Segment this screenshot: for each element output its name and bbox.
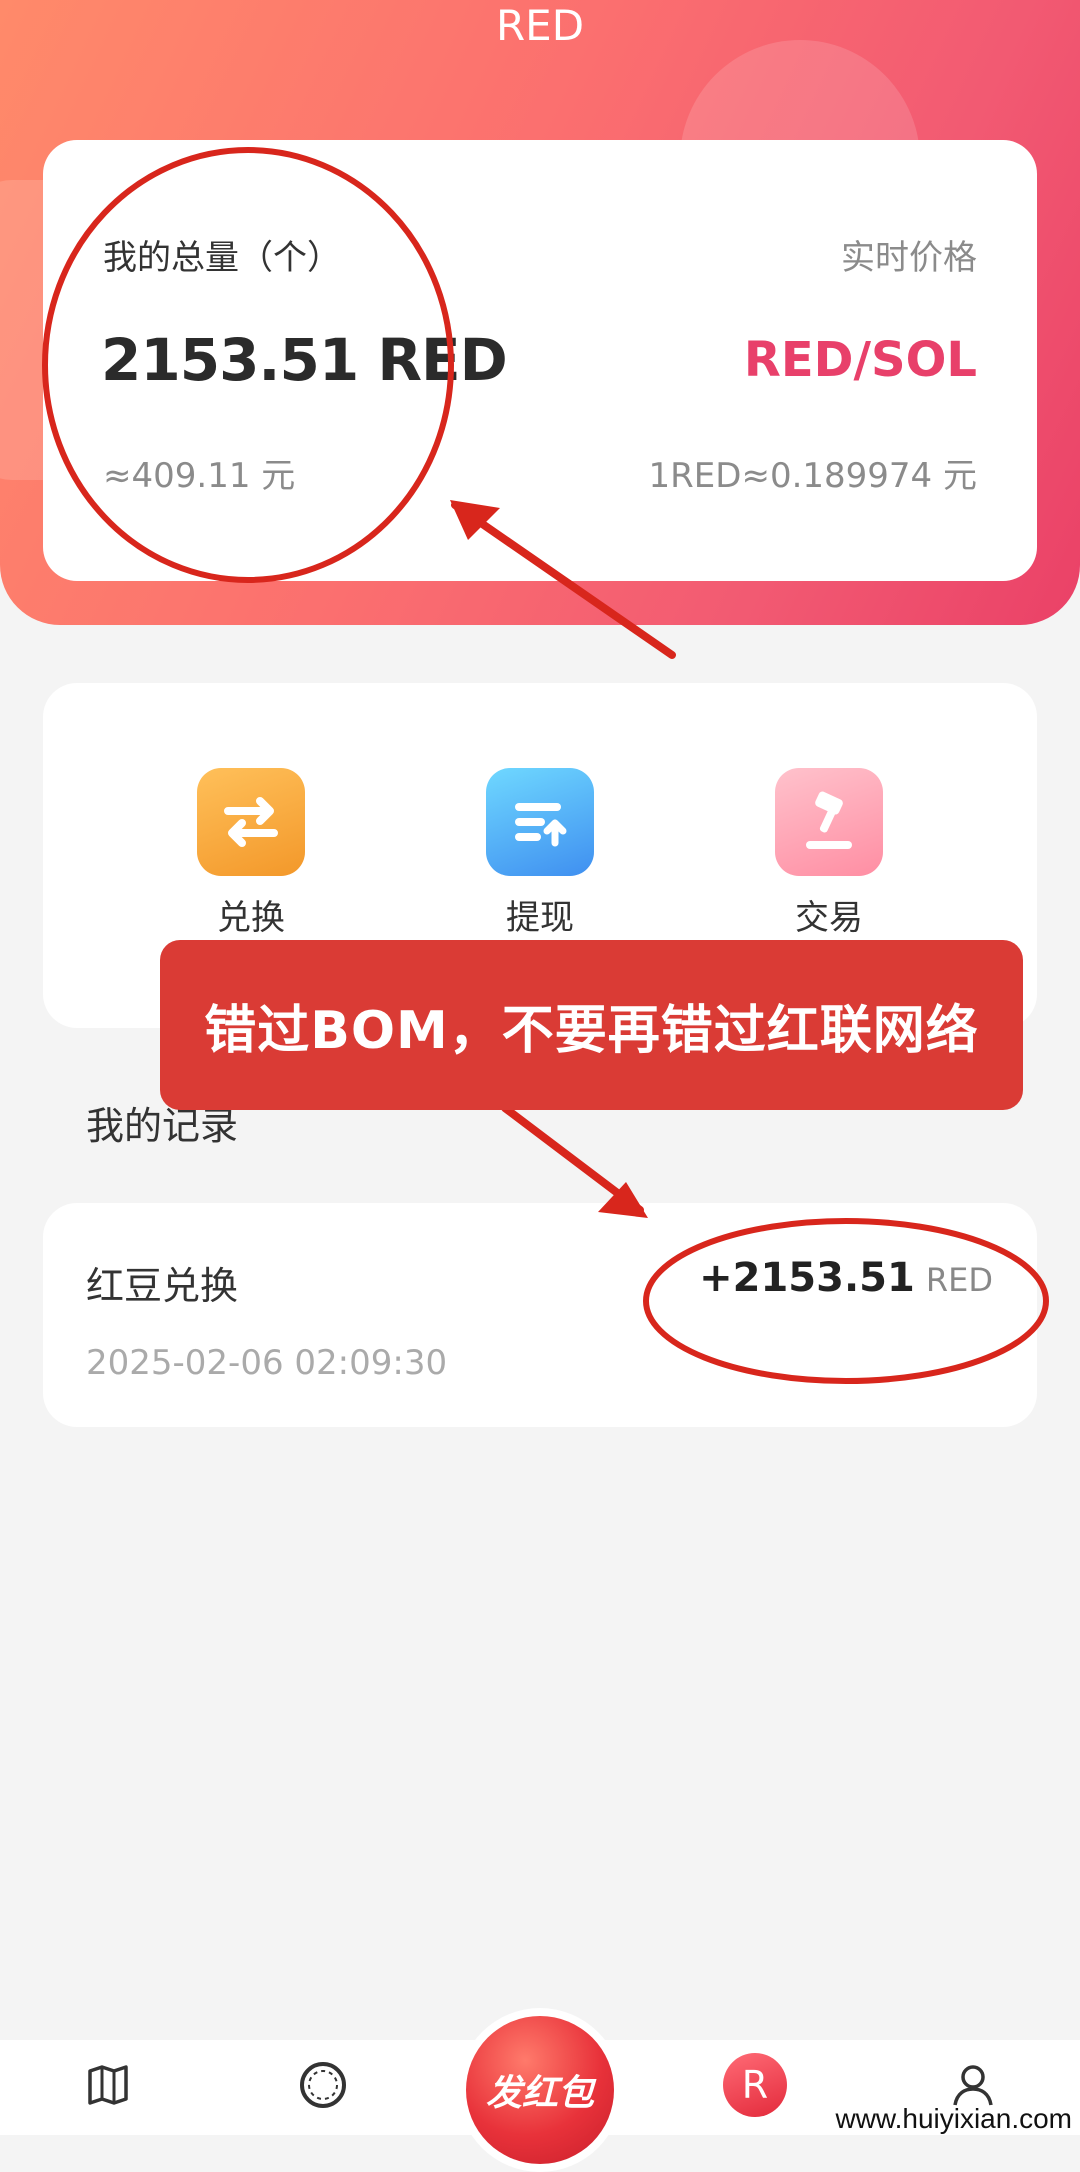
record-unit: RED <box>925 1261 993 1299</box>
record-time: 2025-02-06 02:09:30 <box>86 1343 448 1383</box>
trading-pair[interactable]: RED/SOL <box>744 332 977 388</box>
action-trade[interactable]: 交易 <box>729 768 929 939</box>
watermark: www.huiyixian.com <box>835 2103 1072 2134</box>
auction-hammer-icon <box>775 768 883 876</box>
promo-banner: 错过BOM，不要再错过红联网络 <box>160 940 1023 1110</box>
exchange-icon <box>197 768 305 876</box>
map-icon <box>88 2065 128 2105</box>
r-badge-icon: R <box>723 2053 787 2117</box>
nav-discover[interactable] <box>288 2050 358 2120</box>
total-label: 我的总量（个） <box>103 238 341 278</box>
cny-value: ≈409.11 元 <box>103 456 296 496</box>
exchange-rate: 1RED≈0.189974 元 <box>648 456 977 496</box>
nav-red[interactable]: R <box>720 2050 790 2120</box>
withdraw-icon <box>486 768 594 876</box>
price-label: 实时价格 <box>841 238 977 278</box>
action-withdraw-label: 提现 <box>506 898 574 938</box>
annotation-arrow <box>501 1104 644 1214</box>
action-trade-label: 交易 <box>795 898 863 938</box>
record-name: 红豆兑换 <box>86 1264 239 1308</box>
send-red-packet-button[interactable]: 发红包 <box>466 2016 614 2164</box>
action-withdraw[interactable]: 提现 <box>440 768 640 939</box>
record-amount-group: +2153.51 RED <box>699 1255 993 1301</box>
user-icon <box>953 2065 993 2106</box>
nav-home[interactable] <box>73 2050 143 2120</box>
page-title: RED <box>495 1 585 50</box>
action-exchange-label: 兑换 <box>217 898 285 938</box>
record-item[interactable]: 红豆兑换 2025-02-06 02:09:30 +2153.51 RED <box>43 1203 1037 1427</box>
record-amount: +2153.51 <box>699 1255 915 1301</box>
total-balance: 2153.51 RED <box>101 326 508 394</box>
action-exchange[interactable]: 兑换 <box>151 768 351 939</box>
circle-icon <box>300 2062 346 2108</box>
balance-card: 我的总量（个） 实时价格 2153.51 RED RED/SOL ≈409.11… <box>43 140 1037 581</box>
send-red-packet-label: 发红包 <box>485 2073 594 2114</box>
